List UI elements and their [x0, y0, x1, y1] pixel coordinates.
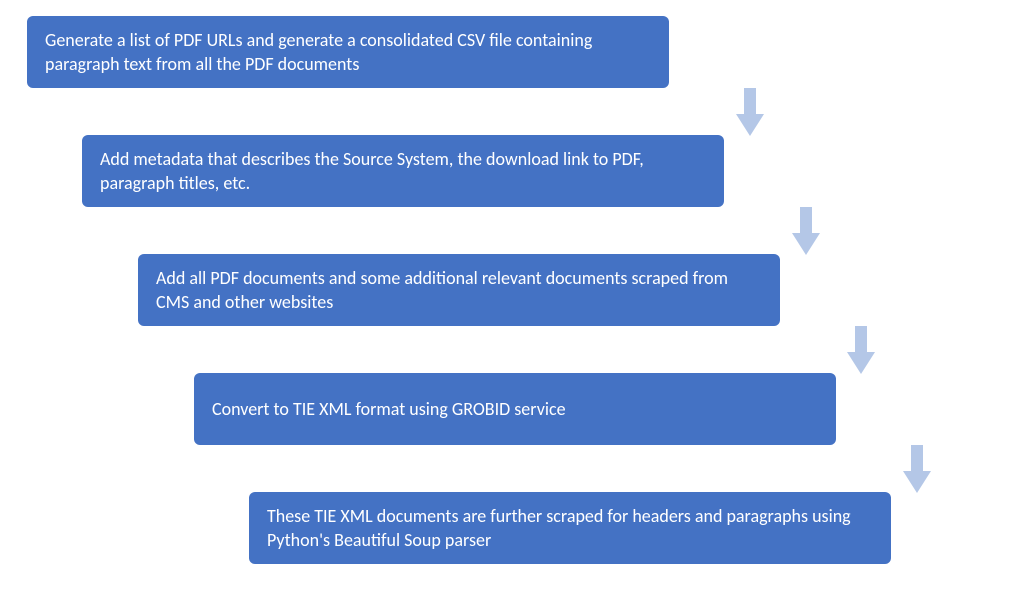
arrow-down-icon	[736, 88, 764, 136]
flow-step-1: Generate a list of PDF URLs and generate…	[27, 16, 669, 88]
flow-step-4-text: Convert to TIE XML format using GROBID s…	[212, 397, 566, 421]
flow-step-3-text: Add all PDF documents and some additiona…	[156, 266, 762, 315]
flow-step-5-text: These TIE XML documents are further scra…	[267, 504, 873, 553]
flow-step-1-text: Generate a list of PDF URLs and generate…	[45, 28, 651, 77]
flow-step-5: These TIE XML documents are further scra…	[249, 492, 891, 564]
arrow-down-icon	[903, 445, 931, 493]
arrow-down-icon	[847, 326, 875, 374]
flow-step-2: Add metadata that describes the Source S…	[82, 135, 724, 207]
flow-step-4: Convert to TIE XML format using GROBID s…	[194, 373, 836, 445]
flow-step-2-text: Add metadata that describes the Source S…	[100, 147, 706, 196]
arrow-down-icon	[792, 207, 820, 255]
flow-step-3: Add all PDF documents and some additiona…	[138, 254, 780, 326]
